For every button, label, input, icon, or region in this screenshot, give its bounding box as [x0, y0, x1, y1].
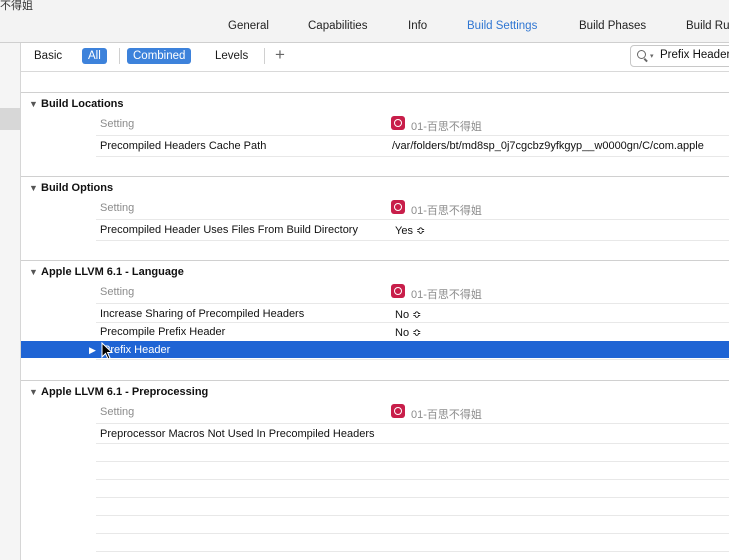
disclosure-triangle-icon[interactable]: ▼	[29, 183, 38, 193]
row-divider	[96, 359, 729, 360]
setting-value-popup[interactable]: No ≎	[395, 308, 421, 321]
section-title-llvm-preprocessing[interactable]: Apple LLVM 6.1 - Preprocessing	[41, 386, 208, 398]
filter-levels-button[interactable]: Levels	[209, 48, 254, 64]
column-header-target: 01-百思不得姐	[411, 289, 482, 301]
column-header-target: 01-百思不得姐	[411, 205, 482, 217]
setting-name-selected[interactable]: Prefix Header	[103, 344, 170, 356]
empty-row-divider	[96, 515, 729, 516]
filter-basic-button[interactable]: Basic	[28, 48, 68, 64]
target-app-icon	[391, 116, 405, 130]
section-divider	[21, 176, 729, 177]
section-divider	[21, 260, 729, 261]
empty-row-divider	[96, 551, 729, 552]
column-header-setting: Setting	[100, 406, 135, 418]
chevron-down-icon[interactable]: ▾	[650, 52, 654, 60]
empty-row-divider	[96, 479, 729, 480]
tab-info[interactable]: Info	[408, 20, 427, 32]
row-divider	[96, 303, 729, 304]
column-header-target: 01-百思不得姐	[411, 409, 482, 421]
tab-build-phases[interactable]: Build Phases	[579, 20, 646, 32]
row-divider	[96, 322, 729, 323]
target-app-icon	[391, 284, 405, 298]
row-divider	[96, 423, 729, 424]
column-header-setting: Setting	[100, 118, 135, 130]
mouse-cursor-icon	[101, 342, 113, 360]
row-divider	[96, 135, 729, 136]
disclosure-triangle-icon[interactable]: ▼	[29, 267, 38, 277]
target-app-icon	[391, 200, 405, 214]
target-list-selected-item[interactable]	[0, 108, 20, 130]
search-input-value[interactable]: Prefix Header	[660, 49, 729, 61]
filter-combined-button[interactable]: Combined	[127, 48, 192, 64]
filter-divider	[264, 48, 265, 64]
setting-name[interactable]: Increase Sharing of Precompiled Headers	[100, 308, 304, 320]
setting-value-popup[interactable]: No ≎	[395, 326, 421, 339]
filter-divider	[119, 48, 120, 64]
disclosure-triangle-icon[interactable]: ▼	[29, 99, 38, 109]
setting-name[interactable]: Preprocessor Macros Not Used In Precompi…	[100, 428, 375, 440]
column-header-target: 01-百思不得姐	[411, 121, 482, 133]
filter-all-button[interactable]: All	[82, 48, 107, 64]
tab-build-rules[interactable]: Build Ru	[686, 20, 729, 32]
section-divider	[21, 92, 729, 93]
tab-general[interactable]: General	[228, 20, 269, 32]
disclosure-triangle-icon[interactable]: ▶	[89, 345, 96, 356]
column-header-setting: Setting	[100, 286, 135, 298]
tab-capabilities[interactable]: Capabilities	[308, 20, 367, 32]
window-title-fragment: 不得姐	[0, 0, 33, 12]
section-title-build-locations[interactable]: Build Locations	[41, 98, 124, 110]
row-divider	[96, 156, 729, 157]
row-divider	[96, 240, 729, 241]
disclosure-triangle-icon[interactable]: ▼	[29, 387, 38, 397]
tab-build-settings[interactable]: Build Settings	[467, 20, 537, 32]
section-divider	[21, 380, 729, 381]
row-divider	[96, 219, 729, 220]
setting-name[interactable]: Precompile Prefix Header	[100, 326, 225, 338]
setting-value-popup[interactable]: Yes ≎	[395, 224, 425, 237]
section-title-build-options[interactable]: Build Options	[41, 182, 113, 194]
setting-value[interactable]: /var/folders/bt/md8sp_0j7cgcbz9yfkgyp__w…	[392, 140, 704, 152]
setting-name[interactable]: Precompiled Headers Cache Path	[100, 140, 266, 152]
add-setting-button[interactable]: +	[275, 45, 285, 65]
setting-name[interactable]: Precompiled Header Uses Files From Build…	[100, 224, 358, 236]
row-divider	[96, 443, 729, 444]
column-header-setting: Setting	[100, 202, 135, 214]
empty-row-divider	[96, 497, 729, 498]
empty-row-divider	[96, 461, 729, 462]
empty-row-divider	[96, 533, 729, 534]
section-title-llvm-language[interactable]: Apple LLVM 6.1 - Language	[41, 266, 184, 278]
target-app-icon	[391, 404, 405, 418]
